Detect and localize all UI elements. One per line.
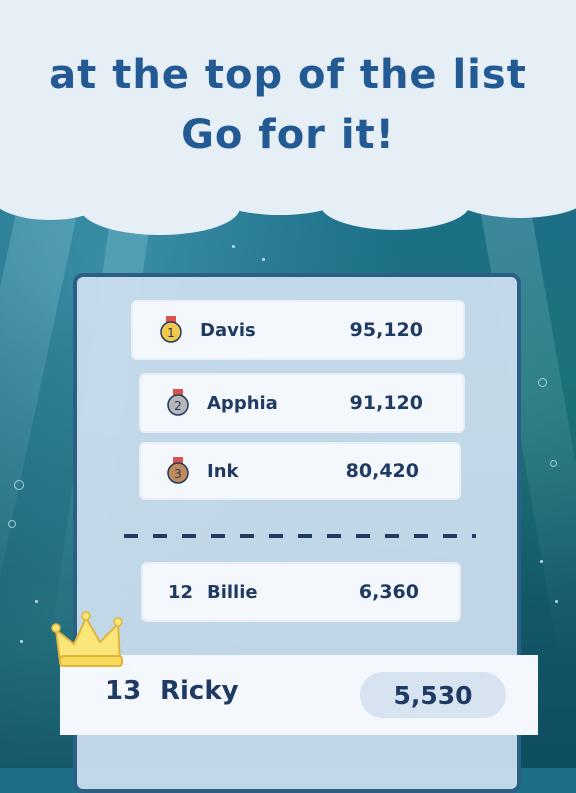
player-name: Ink (207, 460, 239, 482)
leaderboard-row-rank-12[interactable]: 12 Billie 6,360 (143, 564, 459, 620)
player-score: 80,420 (345, 460, 419, 482)
bubble (14, 480, 24, 490)
silver-medal-icon: 2 (167, 389, 189, 416)
leaderboard-row-rank-3[interactable]: 3 Ink 80,420 (141, 444, 459, 498)
player-score: 91,120 (349, 392, 423, 414)
bubble (8, 520, 16, 528)
sparkle-dot (540, 560, 543, 563)
player-score: 6,360 (358, 581, 419, 603)
player-rank: 12 (168, 581, 194, 603)
sparkle-dot (232, 245, 235, 248)
headline-line-1: at the top of the list (49, 52, 527, 98)
current-user-name: Ricky (160, 676, 239, 706)
sparkle-dot (262, 258, 265, 261)
svg-text:2: 2 (174, 399, 182, 413)
headline-line-2: Go for it! (181, 112, 395, 158)
svg-text:3: 3 (174, 467, 182, 481)
cloud-edge (0, 170, 576, 240)
bubble (550, 460, 557, 467)
crown-icon: ✦ (51, 611, 136, 672)
current-user-score: 5,530 (360, 672, 506, 718)
gold-medal-icon: 1 (160, 316, 182, 343)
player-score: 95,120 (349, 319, 423, 341)
sparkle-dot (555, 600, 558, 603)
sparkle-dot (20, 640, 23, 643)
leaderboard-row-rank-1[interactable]: 1 Davis 95,120 (133, 302, 463, 358)
svg-text:1: 1 (167, 326, 175, 340)
leaderboard-row-rank-2[interactable]: 2 Apphia 91,120 (141, 375, 463, 431)
player-name: Apphia (207, 392, 278, 414)
svg-text:✦: ✦ (130, 662, 136, 672)
sparkle-dot (35, 600, 38, 603)
bubble (538, 378, 547, 387)
bronze-medal-icon: 3 (167, 457, 189, 484)
dashed-divider (124, 534, 476, 538)
current-user-rank: 13 (105, 676, 142, 706)
player-name: Davis (200, 319, 256, 341)
player-name: Billie (207, 581, 258, 603)
